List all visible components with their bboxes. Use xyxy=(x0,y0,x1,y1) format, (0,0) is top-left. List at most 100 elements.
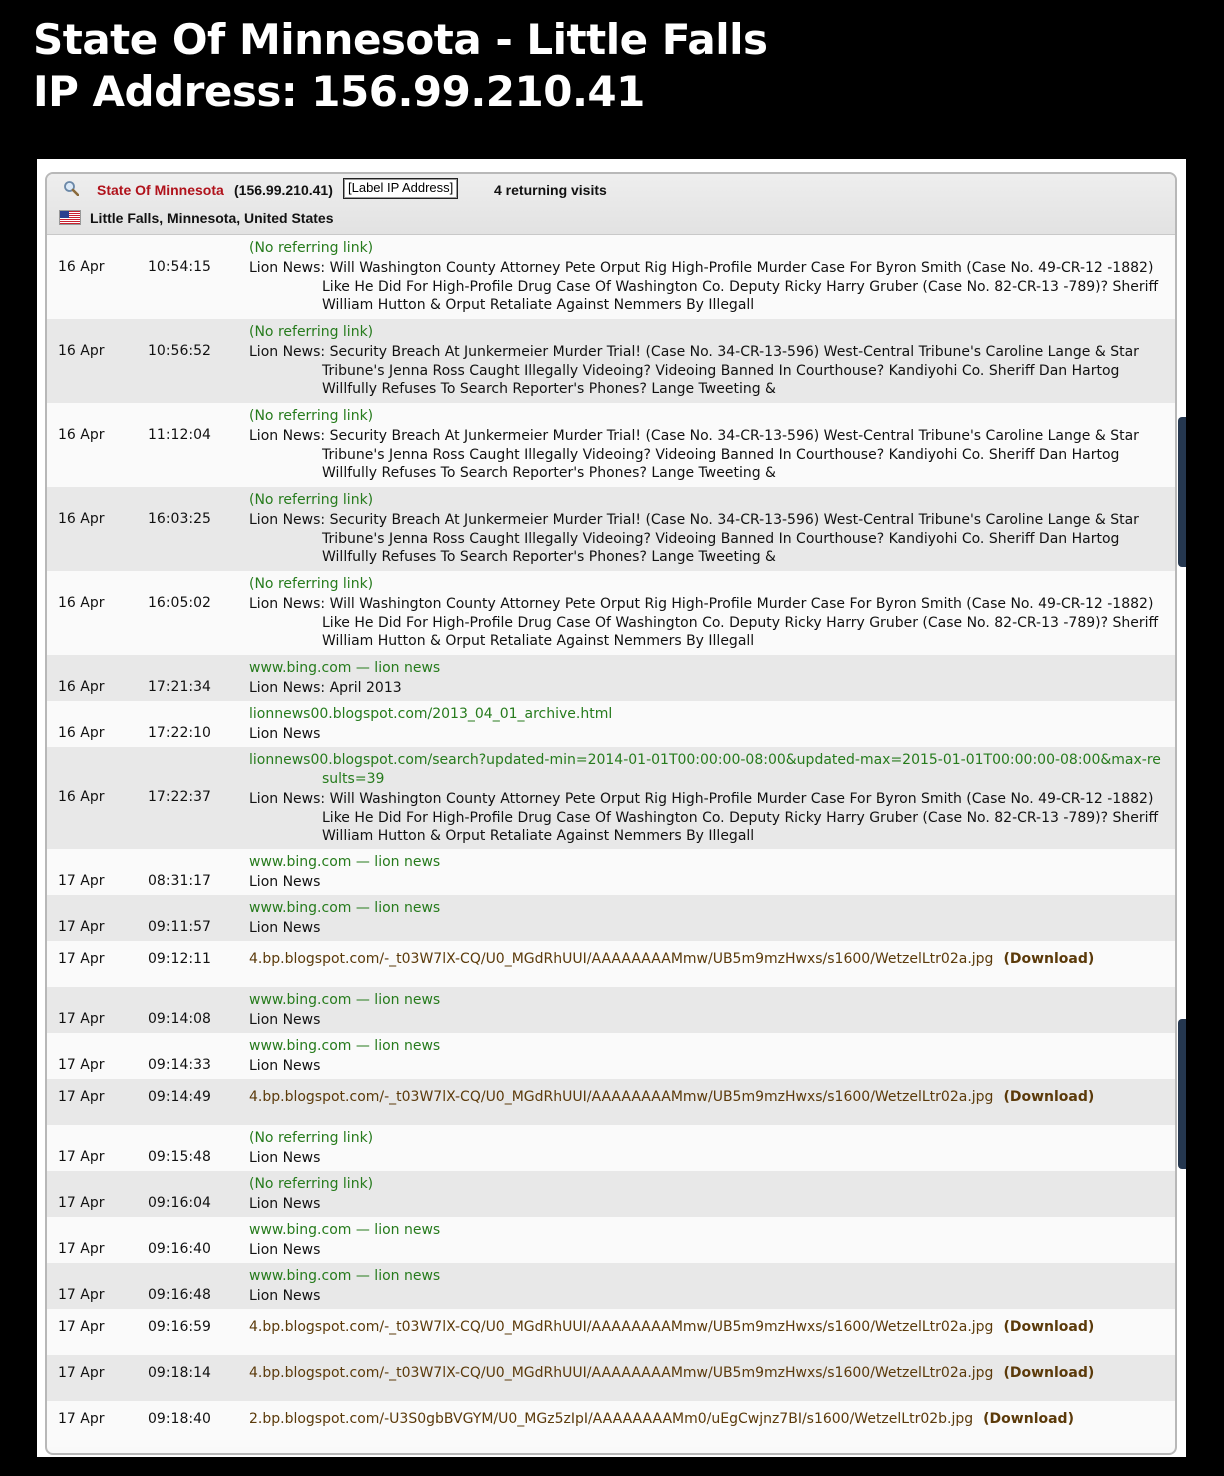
visit-time: 09:18:14 xyxy=(148,1365,211,1381)
visit-time: 10:54:15 xyxy=(148,259,211,275)
scrollbar-thumb-lower[interactable] xyxy=(1178,1019,1186,1169)
visit-row: 16 Apr 10:54:15 (No referring link) Lion Ne… xyxy=(47,235,1175,319)
visit-content: www.bing.com — lion news Lion News xyxy=(249,1221,1167,1260)
referring-link[interactable]: www.bing.com — lion news xyxy=(249,899,1167,918)
downloaded-file-link[interactable]: 4.bp.blogspot.com/-_t03W7lX-CQ/U0_MGdRhU… xyxy=(249,951,993,967)
returning-visits-count: 4 returning visits xyxy=(494,182,607,198)
visit-date: 17 Apr xyxy=(58,1287,105,1303)
visit-time: 10:56:52 xyxy=(148,343,211,359)
referring-link[interactable]: www.bing.com — lion news xyxy=(249,1221,1167,1240)
referring-link[interactable]: www.bing.com — lion news xyxy=(249,1267,1167,1286)
referring-link: (No referring link) xyxy=(249,576,374,592)
referring-link[interactable]: www.bing.com — lion news xyxy=(249,1037,1167,1056)
visitor-log-panel: State Of Minnesota (156.99.210.41) [Labe… xyxy=(37,159,1186,1457)
visit-date: 17 Apr xyxy=(58,873,105,889)
visit-date: 16 Apr xyxy=(58,343,105,359)
visit-content: www.bing.com — lion news Lion News xyxy=(249,991,1167,1030)
visited-page-title[interactable]: Lion News xyxy=(249,1195,1167,1214)
visit-content: (No referring link) Lion News: Will Washi… xyxy=(249,575,1167,651)
visit-row: 17 Apr 09:18:14 4.bp.blogspot.com/-_t03W7l… xyxy=(47,1355,1175,1401)
visited-page-title[interactable]: Lion News xyxy=(249,1287,1167,1306)
visited-page-title[interactable]: Lion News: Security Breach At Junkermeie… xyxy=(249,511,1167,567)
visit-content: www.bing.com — lion news Lion News: April… xyxy=(249,659,1167,698)
visit-time: 09:15:48 xyxy=(148,1149,211,1165)
download-button[interactable]: (Download) xyxy=(1003,1319,1094,1335)
visit-date: 17 Apr xyxy=(58,1411,105,1427)
visit-row: 16 Apr 17:22:10 lionnews00.blogspot.com/20… xyxy=(47,701,1175,747)
visit-row: 17 Apr 09:11:57 www.bing.com — lion news Li… xyxy=(47,895,1175,941)
visit-row: 17 Apr 09:18:40 2.bp.blogspot.com/-U3S0gbB… xyxy=(47,1401,1175,1447)
visit-date: 17 Apr xyxy=(58,1195,105,1211)
downloaded-file-link[interactable]: 4.bp.blogspot.com/-_t03W7lX-CQ/U0_MGdRhU… xyxy=(249,1319,993,1335)
referring-link[interactable]: lionnews00.blogspot.com/2013_04_01_archi… xyxy=(249,705,1167,724)
referring-link[interactable]: www.bing.com — lion news xyxy=(249,991,1167,1010)
page-title-line1: State Of Minnesota - Little Falls xyxy=(33,15,768,64)
visit-time: 09:16:40 xyxy=(148,1241,211,1257)
download-button[interactable]: (Download) xyxy=(1003,1089,1094,1105)
visit-time: 09:16:04 xyxy=(148,1195,211,1211)
visited-page-title[interactable]: Lion News xyxy=(249,919,1167,938)
visit-time: 09:18:40 xyxy=(148,1411,211,1427)
referring-link[interactable]: lionnews00.blogspot.com/search?updated-m… xyxy=(249,751,1167,789)
visit-time: 09:16:59 xyxy=(148,1319,211,1335)
visit-date: 16 Apr xyxy=(58,595,105,611)
downloaded-file-link[interactable]: 4.bp.blogspot.com/-_t03W7lX-CQ/U0_MGdRhU… xyxy=(249,1365,993,1381)
visit-time: 08:31:17 xyxy=(148,873,211,889)
referring-link[interactable]: www.bing.com — lion news xyxy=(249,659,1167,678)
visit-list: 16 Apr 10:54:15 (No referring link) Lion Ne… xyxy=(47,235,1175,1447)
visited-page-title[interactable]: Lion News xyxy=(249,873,1167,892)
visited-page-title[interactable]: Lion News: Will Washington County Attorn… xyxy=(249,790,1167,846)
organization-name: State Of Minnesota xyxy=(97,182,224,198)
visit-content: 4.bp.blogspot.com/-_t03W7lX-CQ/U0_MGdRhU… xyxy=(249,1089,1167,1105)
visited-page-title[interactable]: Lion News: Security Breach At Junkermeie… xyxy=(249,427,1167,483)
download-button[interactable]: (Download) xyxy=(1003,1365,1094,1381)
page-title-line2: IP Address: 156.99.210.41 xyxy=(33,67,645,116)
visited-page-title[interactable]: Lion News xyxy=(249,725,1167,744)
download-button[interactable]: (Download) xyxy=(1003,951,1094,967)
ip-address: (156.99.210.41) xyxy=(234,182,333,198)
visit-date: 16 Apr xyxy=(58,259,105,275)
referring-link: (No referring link) xyxy=(249,240,374,256)
downloaded-file-link[interactable]: 4.bp.blogspot.com/-_t03W7lX-CQ/U0_MGdRhU… xyxy=(249,1089,993,1105)
visit-date: 16 Apr xyxy=(58,725,105,741)
downloaded-file-link[interactable]: 2.bp.blogspot.com/-U3S0gbBVGYM/U0_MGz5zI… xyxy=(249,1411,973,1427)
visited-page-title[interactable]: Lion News xyxy=(249,1011,1167,1030)
visitor-header: State Of Minnesota (156.99.210.41) [Labe… xyxy=(47,174,1175,235)
visit-content: (No referring link) Lion News xyxy=(249,1175,1167,1214)
visit-row: 16 Apr 17:22:37 lionnews00.blogspot.com/se… xyxy=(47,747,1175,849)
visit-date: 17 Apr xyxy=(58,1011,105,1027)
visit-date: 16 Apr xyxy=(58,679,105,695)
visit-date: 16 Apr xyxy=(58,427,105,443)
visited-page-title[interactable]: Lion News: Will Washington County Attorn… xyxy=(249,595,1167,651)
visit-content: 4.bp.blogspot.com/-_t03W7lX-CQ/U0_MGdRhU… xyxy=(249,1365,1167,1381)
visited-page-title[interactable]: Lion News: Security Breach At Junkermeie… xyxy=(249,343,1167,399)
visit-row: 17 Apr 09:16:59 4.bp.blogspot.com/-_t03W7l… xyxy=(47,1309,1175,1355)
label-ip-address-button[interactable]: [Label IP Address] xyxy=(343,178,459,199)
visited-page-title[interactable]: Lion News xyxy=(249,1241,1167,1260)
visit-content: lionnews00.blogspot.com/search?updated-m… xyxy=(249,751,1167,846)
visited-page-title[interactable]: Lion News: April 2013 xyxy=(249,679,1167,698)
visit-date: 16 Apr xyxy=(58,511,105,527)
us-flag-icon xyxy=(59,210,81,225)
visit-row: 17 Apr 09:12:11 4.bp.blogspot.com/-_t03W7l… xyxy=(47,941,1175,987)
visit-content: 4.bp.blogspot.com/-_t03W7lX-CQ/U0_MGdRhU… xyxy=(249,951,1167,967)
visit-content: lionnews00.blogspot.com/2013_04_01_archi… xyxy=(249,705,1167,744)
visit-content: www.bing.com — lion news Lion News xyxy=(249,1037,1167,1076)
visited-page-title[interactable]: Lion News xyxy=(249,1149,1167,1168)
visit-row: 17 Apr 09:14:33 www.bing.com — lion news Li… xyxy=(47,1033,1175,1079)
visit-row: 17 Apr 09:14:49 4.bp.blogspot.com/-_t03W7l… xyxy=(47,1079,1175,1125)
magnifier-icon[interactable] xyxy=(63,180,79,196)
visit-time: 09:11:57 xyxy=(148,919,211,935)
visited-page-title[interactable]: Lion News: Will Washington County Attorn… xyxy=(249,259,1167,315)
visit-row: 16 Apr 11:12:04 (No referring link) Lion Ne… xyxy=(47,403,1175,487)
referring-link[interactable]: www.bing.com — lion news xyxy=(249,853,1167,872)
scrollbar-thumb[interactable] xyxy=(1178,417,1186,567)
visit-content: (No referring link) Lion News: Will Washi… xyxy=(249,239,1167,315)
visit-date: 17 Apr xyxy=(58,1365,105,1381)
visited-page-title[interactable]: Lion News xyxy=(249,1057,1167,1076)
visit-content: www.bing.com — lion news Lion News xyxy=(249,1267,1167,1306)
visit-content: www.bing.com — lion news Lion News xyxy=(249,899,1167,938)
download-button[interactable]: (Download) xyxy=(983,1411,1074,1427)
visit-time: 16:05:02 xyxy=(148,595,211,611)
visit-date: 17 Apr xyxy=(58,1319,105,1335)
